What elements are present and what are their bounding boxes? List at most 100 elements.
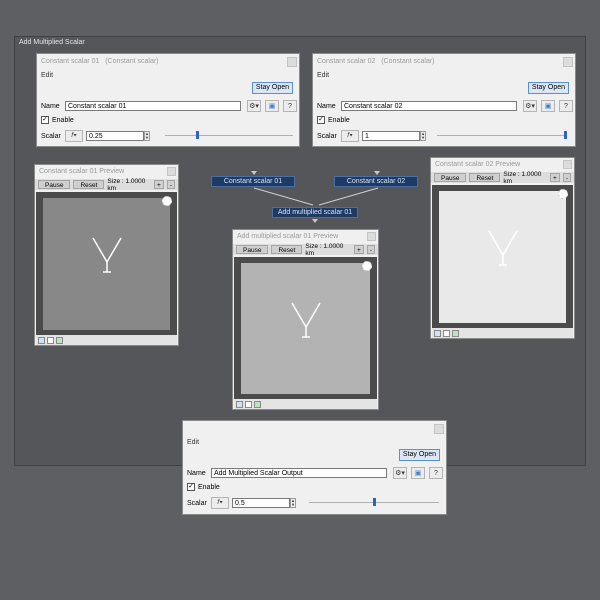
zoom-in-button[interactable]: +	[550, 173, 560, 182]
help-icon[interactable]: ?	[559, 100, 573, 112]
scalar-label: Scalar	[187, 499, 207, 507]
zoom-out-button[interactable]: -	[562, 173, 571, 182]
close-icon[interactable]	[287, 57, 297, 67]
preview-window-constant-scalar-02: Constant scalar 02 Preview Pause Reset S…	[430, 157, 575, 339]
enable-label: Enable	[328, 116, 350, 124]
zoom-in-button[interactable]: +	[154, 180, 164, 189]
preview-title-bar[interactable]: Add multiplied scalar 01 Preview	[233, 230, 378, 244]
properties-panel-output: Edit Stay Open Name Add Multiplied Scala…	[182, 420, 447, 515]
help-icon[interactable]: ?	[283, 100, 297, 112]
properties-panel-constant-scalar-01: Constant scalar 01 (Constant scalar) Edi…	[36, 53, 300, 147]
scalar-spinner[interactable]: ▲ ▼	[420, 131, 426, 141]
close-icon[interactable]	[563, 160, 572, 169]
scalar-input[interactable]: 0.25	[86, 131, 144, 141]
scalar-mode-icon[interactable]: 𝑓▾	[341, 130, 359, 142]
scalar-label: Scalar	[41, 132, 61, 140]
refresh-icon[interactable]	[254, 400, 261, 408]
scalar-slider-track[interactable]	[437, 135, 567, 136]
terrain-marker-icon	[92, 237, 122, 273]
scalar-slider-thumb[interactable]	[196, 131, 200, 139]
reset-button[interactable]: Reset	[271, 245, 303, 254]
preview-toolbar: Pause Reset Size : 1.0000 km + -	[35, 178, 178, 192]
reset-button[interactable]: Reset	[469, 173, 501, 182]
scalar-mode-icon[interactable]: 𝑓▾	[65, 130, 83, 142]
gear-dropdown-icon[interactable]: ⚙▾	[393, 467, 407, 479]
stay-open-button[interactable]: Stay Open	[398, 449, 440, 461]
graph-node-add-multiplied-scalar-01[interactable]: Add multiplied scalar 01	[272, 207, 358, 218]
zoom-in-button[interactable]: +	[354, 245, 364, 254]
enable-checkbox[interactable]: ✓	[187, 483, 195, 491]
enable-label: Enable	[52, 116, 74, 124]
graph-node-constant-scalar-02[interactable]: Constant scalar 02	[334, 176, 418, 187]
help-icon[interactable]: ?	[429, 467, 443, 479]
image-icon[interactable]: ▣	[541, 100, 555, 112]
reset-button[interactable]: Reset	[73, 180, 105, 189]
stay-open-button[interactable]: Stay Open	[251, 82, 293, 94]
enable-checkbox[interactable]: ✓	[317, 116, 325, 124]
output-port-icon[interactable]	[312, 219, 318, 223]
eye-icon[interactable]	[38, 336, 45, 344]
viewport-footer	[234, 399, 377, 409]
close-icon[interactable]	[434, 424, 444, 434]
scalar-mode-icon[interactable]: 𝑓▾	[211, 497, 229, 509]
viewport-footer	[36, 335, 177, 345]
properties-panel-constant-scalar-02: Constant scalar 02 (Constant scalar) Edi…	[312, 53, 576, 147]
gear-icon[interactable]	[162, 196, 172, 206]
size-label: Size : 1.0000 km	[503, 170, 542, 185]
menu-edit[interactable]: Edit	[187, 439, 199, 446]
name-field[interactable]: Add Multiplied Scalar Output	[211, 468, 387, 478]
scalar-slider-thumb[interactable]	[372, 498, 376, 506]
pause-button[interactable]: Pause	[236, 245, 269, 254]
stay-open-button[interactable]: Stay Open	[527, 82, 569, 94]
refresh-icon[interactable]	[452, 329, 459, 337]
scalar-input[interactable]: 1	[362, 131, 420, 141]
preview-title-bar[interactable]: Constant scalar 01 Preview	[35, 165, 178, 179]
preview-title: Constant scalar 02 Preview	[435, 161, 521, 168]
scalar-spinner[interactable]: ▲ ▼	[144, 131, 150, 141]
frame-icon[interactable]	[443, 329, 450, 337]
frame-icon[interactable]	[245, 400, 252, 408]
gear-icon[interactable]	[362, 261, 372, 271]
preview-viewport[interactable]	[234, 257, 377, 409]
scalar-slider-thumb[interactable]	[564, 131, 567, 139]
scalar-spinner[interactable]: ▲ ▼	[290, 498, 296, 508]
menu-edit[interactable]: Edit	[317, 72, 329, 79]
pause-button[interactable]: Pause	[434, 173, 467, 182]
name-label: Name	[187, 469, 206, 477]
close-icon[interactable]	[167, 167, 176, 176]
frame-icon[interactable]	[47, 336, 54, 344]
input-port-icon[interactable]	[374, 171, 380, 175]
zoom-out-button[interactable]: -	[366, 245, 375, 254]
graph-title: Add Multiplied Scalar	[19, 39, 85, 46]
close-icon[interactable]	[367, 232, 376, 241]
preview-viewport[interactable]	[432, 185, 573, 338]
gear-dropdown-icon[interactable]: ⚙▾	[523, 100, 537, 112]
name-field[interactable]: Constant scalar 02	[341, 101, 517, 111]
name-field[interactable]: Constant scalar 01	[65, 101, 241, 111]
preview-viewport[interactable]	[36, 192, 177, 345]
image-icon[interactable]: ▣	[265, 100, 279, 112]
scalar-input[interactable]: 0.5	[232, 498, 290, 508]
name-label: Name	[317, 102, 336, 110]
pause-button[interactable]: Pause	[38, 180, 71, 189]
eye-icon[interactable]	[236, 400, 243, 408]
scalar-label: Scalar	[317, 132, 337, 140]
gear-icon[interactable]	[558, 189, 568, 199]
refresh-icon[interactable]	[56, 336, 63, 344]
panel-title-bar[interactable]: Constant scalar 02 (Constant scalar)	[313, 54, 575, 70]
image-icon[interactable]: ▣	[411, 467, 425, 479]
panel-title-bar[interactable]: Constant scalar 01 (Constant scalar)	[37, 54, 299, 70]
zoom-out-button[interactable]: -	[166, 180, 175, 189]
input-port-icon[interactable]	[251, 171, 257, 175]
graph-node-constant-scalar-01[interactable]: Constant scalar 01	[211, 176, 295, 187]
enable-checkbox[interactable]: ✓	[41, 116, 49, 124]
scalar-slider-track[interactable]	[165, 135, 293, 136]
eye-icon[interactable]	[434, 329, 441, 337]
panel-title-bar[interactable]	[183, 421, 446, 437]
panel-title: Constant scalar 01	[41, 58, 100, 65]
menu-edit[interactable]: Edit	[41, 72, 53, 79]
gear-dropdown-icon[interactable]: ⚙▾	[247, 100, 261, 112]
size-label: Size : 1.0000 km	[305, 242, 344, 257]
close-icon[interactable]	[563, 57, 573, 67]
preview-title-bar[interactable]: Constant scalar 02 Preview	[431, 158, 574, 172]
